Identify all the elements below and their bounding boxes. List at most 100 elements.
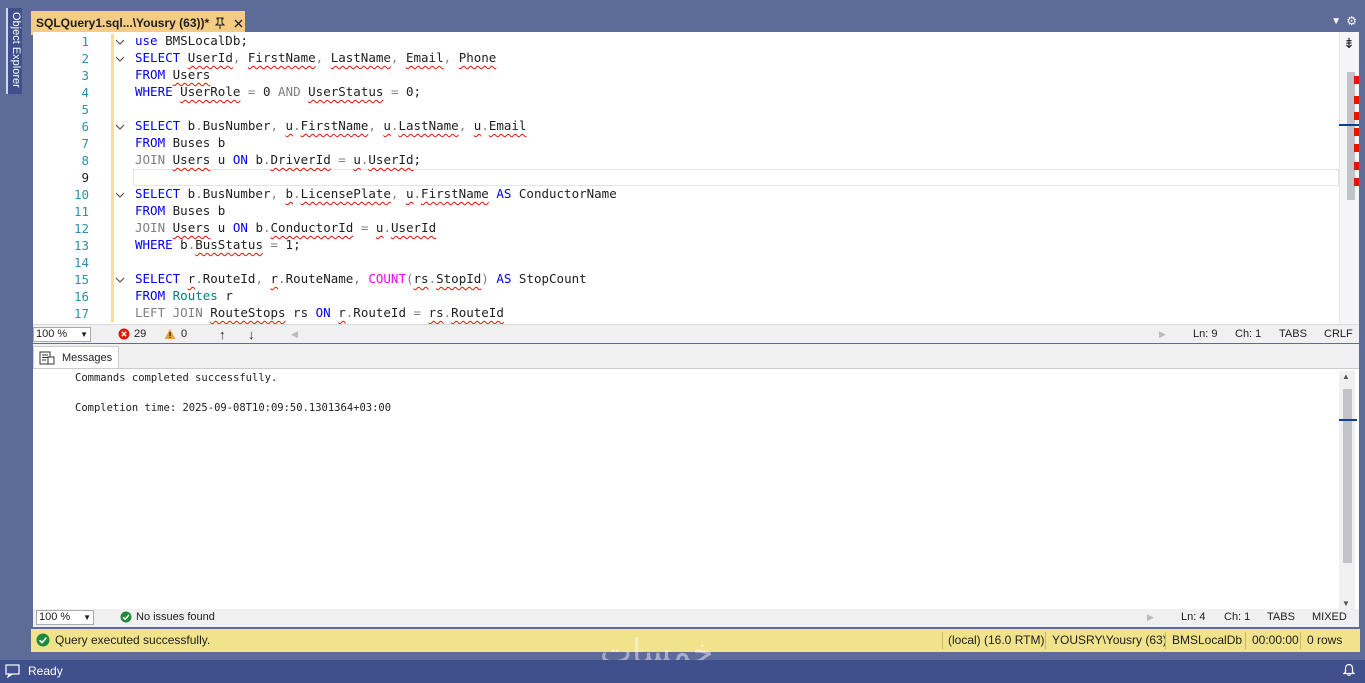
scroll-up-icon[interactable]: ▲: [1342, 372, 1350, 381]
messages-pane[interactable]: Commands completed successfully. Complet…: [33, 368, 1359, 609]
line-ending-indicator: MIXED: [1312, 611, 1347, 623]
object-explorer-label: Object Explorer: [10, 12, 22, 88]
check-circle-icon: [120, 611, 132, 627]
code-line: JOIN Users u ON b.ConductorId = u.UserId: [135, 220, 437, 235]
caret-position-marker: [1339, 419, 1357, 421]
line-number: 5: [81, 102, 89, 117]
messages-scroll-thumb[interactable]: [1343, 389, 1352, 563]
collapse-chevron-icon[interactable]: [115, 37, 125, 47]
app-status-bar: Ready: [0, 660, 1365, 683]
tab-list-dropdown-icon[interactable]: ▼: [1331, 16, 1341, 27]
editor-zoom-value: 100 %: [36, 328, 68, 340]
line-number: 4: [81, 85, 89, 100]
column-indicator: Ch: 1: [1235, 328, 1262, 340]
split-editor-icon[interactable]: ⇟: [1341, 36, 1357, 50]
issues-status[interactable]: No issues found: [136, 611, 215, 624]
line-number-current: 9: [81, 170, 89, 185]
error-marker: [1354, 112, 1359, 120]
app-status-text: Ready: [28, 664, 63, 678]
error-marker: [1354, 162, 1359, 170]
line-ending-indicator: CRLF: [1324, 328, 1353, 340]
elapsed-time: 00:00:00: [1252, 633, 1299, 647]
collapse-chevron-icon[interactable]: [115, 122, 125, 132]
messages-icon: [39, 351, 55, 365]
scroll-right-icon[interactable]: ▶: [1159, 328, 1166, 341]
code-line: FROM Buses b: [135, 203, 226, 218]
code-line: SELECT UserId, FirstName, LastName, Emai…: [135, 50, 497, 65]
error-marker: [1354, 96, 1359, 104]
document-tab-strip: SQLQuery1.sql...\Yousry (63))* ▼ ⚙: [31, 8, 1361, 35]
tabs-indicator: TABS: [1279, 328, 1307, 340]
previous-issue-arrow-icon[interactable]: ↑: [219, 328, 226, 341]
code-line: use BMSLocalDb;: [135, 33, 248, 48]
line-number: 10: [73, 187, 89, 202]
line-number: 11: [73, 204, 89, 219]
query-editor[interactable]: 1 2 3 4 5 6 7 8 9 10 11 12 13 14 15 16 1…: [33, 32, 1359, 324]
line-number: 3: [81, 68, 89, 83]
editor-zoom-select[interactable]: 100 % ▼: [33, 327, 91, 342]
line-number: 2: [81, 51, 89, 66]
messages-zoom-value: 100 %: [39, 611, 71, 623]
editor-status-row: 100 % ▼ 29 0 ↑ ↓ ◀ ▶ Ln: 9 Ch: 1 TABS CR…: [33, 324, 1359, 343]
collapse-chevron-icon[interactable]: [115, 275, 125, 285]
current-line-highlight: [133, 169, 1339, 186]
output-window-icon[interactable]: [5, 664, 20, 681]
error-marker: [1354, 144, 1359, 152]
line-indicator: Ln: 4: [1181, 611, 1206, 623]
tab-title: SQLQuery1.sql...\Yousry (63))*: [36, 16, 210, 30]
pin-icon[interactable]: [213, 16, 227, 30]
messages-status-row: 100 % ▼ No issues found ▶ Ln: 4 Ch: 1 TA…: [33, 609, 1359, 627]
chevron-down-icon: ▼: [83, 613, 91, 622]
line-number: 1: [81, 34, 89, 49]
left-rail: Object Explorer: [0, 0, 28, 660]
error-marker: [1354, 178, 1359, 186]
scroll-right-icon[interactable]: ▶: [1147, 611, 1154, 624]
row-count: 0 rows: [1307, 633, 1343, 647]
line-number: 7: [81, 136, 89, 151]
line-number: 8: [81, 153, 89, 168]
warning-icon[interactable]: [164, 328, 176, 344]
line-number: 6: [81, 119, 89, 134]
messages-zoom-select[interactable]: 100 % ▼: [36, 610, 94, 625]
line-number-gutter: 1 2 3 4 5 6 7 8 9 10 11 12 13 14 15 16 1…: [33, 32, 111, 324]
error-icon[interactable]: [118, 328, 130, 344]
line-number: 15: [73, 272, 89, 287]
close-icon[interactable]: [231, 16, 245, 30]
line-indicator: Ln: 9: [1193, 328, 1218, 340]
gear-icon[interactable]: ⚙: [1346, 14, 1357, 28]
code-line: FROM Buses b: [135, 135, 226, 150]
code-line: FROM Routes r: [135, 288, 233, 303]
separator: [1300, 632, 1301, 649]
change-tracking-bar: [111, 34, 114, 322]
separator: [1045, 632, 1046, 649]
separator: [942, 632, 943, 649]
notification-bell-icon[interactable]: [1342, 663, 1356, 680]
chevron-down-icon: ▼: [80, 330, 88, 339]
code-line: LEFT JOIN RouteStops rs ON r.RouteId = r…: [135, 305, 504, 320]
scroll-down-icon[interactable]: ▼: [1342, 599, 1350, 608]
message-line: Completion time: 2025-09-08T10:09:50.130…: [75, 402, 392, 414]
collapse-chevron-icon[interactable]: [115, 190, 125, 200]
next-issue-arrow-icon[interactable]: ↓: [248, 328, 255, 341]
messages-vertical-scrollbar[interactable]: ▲ ▼: [1339, 371, 1357, 609]
error-count[interactable]: 29: [134, 328, 146, 341]
editor-vertical-scrollbar[interactable]: ⇟: [1339, 32, 1359, 324]
messages-tab[interactable]: Messages: [33, 346, 119, 369]
scroll-left-icon[interactable]: ◀: [291, 328, 298, 341]
line-number: 13: [73, 238, 89, 253]
object-explorer-tab[interactable]: Object Explorer: [6, 8, 22, 94]
code-line: SELECT b.BusNumber, u.FirstName, u.LastN…: [135, 118, 527, 133]
server-info: (local) (16.0 RTM): [948, 633, 1045, 647]
tabs-indicator: TABS: [1267, 611, 1295, 623]
query-result-message: Query executed successfully.: [55, 633, 211, 647]
code-line: SELECT b.BusNumber, b.LicensePlate, u.Fi…: [135, 186, 617, 201]
separator: [1245, 632, 1246, 649]
database-info: BMSLocalDb: [1172, 633, 1243, 647]
code-line: FROM Users: [135, 67, 211, 82]
success-check-icon: [36, 633, 50, 650]
line-number: 17: [73, 306, 89, 321]
collapse-chevron-icon[interactable]: [115, 54, 125, 64]
messages-tab-label: Messages: [62, 352, 113, 364]
code-line: SELECT r.RouteId, r.RouteName, COUNT(rs.…: [135, 271, 587, 286]
warning-count[interactable]: 0: [181, 328, 187, 341]
